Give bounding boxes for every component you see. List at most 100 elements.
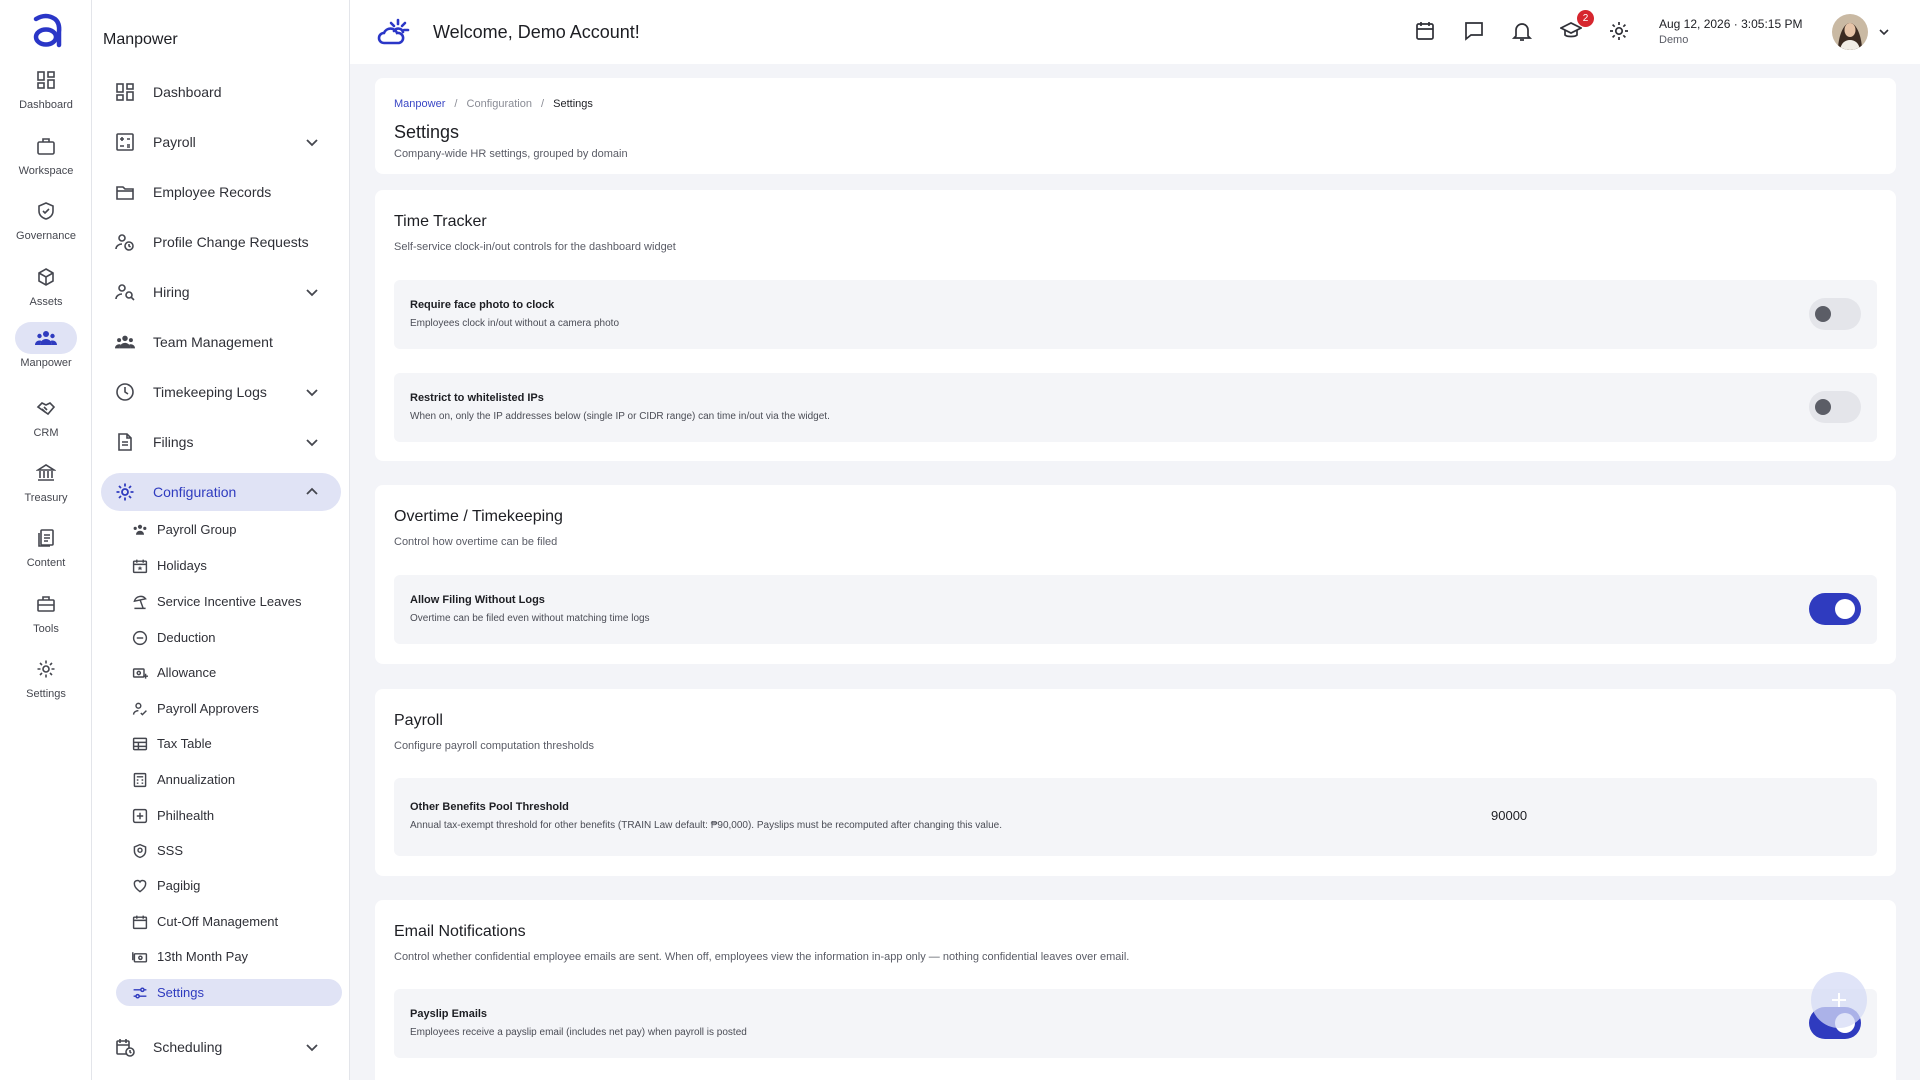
gear-icon[interactable] xyxy=(1608,20,1630,42)
sidebar-item-label: Hiring xyxy=(153,284,190,300)
sub-item-cut-off-management[interactable]: Cut-Off Management xyxy=(116,908,342,935)
calculator-icon xyxy=(133,772,147,788)
plus-icon xyxy=(1832,993,1846,1007)
breadcrumb: Manpower / Configuration / Settings xyxy=(394,98,599,110)
setting-row-allow-filing-without-logs: Allow Filing Without Logs Overtime can b… xyxy=(394,575,1877,644)
sub-item-settings[interactable]: Settings xyxy=(116,979,342,1006)
section-title: Overtime / Timekeeping xyxy=(394,508,563,525)
section-subtitle: Configure payroll computation thresholds xyxy=(394,740,594,752)
rail-item-crm[interactable]: CRM xyxy=(0,392,92,452)
minus-circle-icon xyxy=(132,630,148,646)
sidebar-item-label: Scheduling xyxy=(153,1039,223,1055)
rail-item-content[interactable]: Content xyxy=(0,522,92,582)
rail-item-governance[interactable]: Governance xyxy=(0,195,92,255)
rail-item-assets[interactable]: Assets xyxy=(0,261,92,321)
setting-row-other-benefits-threshold: Other Benefits Pool Threshold Annual tax… xyxy=(394,778,1877,856)
add-fab-button[interactable] xyxy=(1811,972,1867,1028)
calendar-icon[interactable] xyxy=(1414,20,1436,42)
page-title: Settings xyxy=(394,122,460,142)
setting-title: Allow Filing Without Logs xyxy=(410,594,545,606)
rail-item-dashboard[interactable]: Dashboard xyxy=(0,64,92,124)
chat-icon[interactable] xyxy=(1463,20,1485,42)
person-clock-icon xyxy=(115,234,134,251)
breadcrumb-manpower[interactable]: Manpower xyxy=(394,98,445,110)
people-icon xyxy=(15,322,77,354)
sub-item-service-incentive-leaves[interactable]: Service Incentive Leaves xyxy=(116,588,342,615)
sidebar-item-label: Employee Records xyxy=(153,184,272,200)
table-icon xyxy=(132,737,148,751)
sub-item-13th-month-pay[interactable]: 13th Month Pay xyxy=(116,943,342,970)
rail-item-workspace[interactable]: Workspace xyxy=(0,130,92,190)
calendar-clock-icon xyxy=(116,1039,135,1057)
rail-item-tools[interactable]: Tools xyxy=(0,588,92,648)
sub-item-allowance[interactable]: Allowance xyxy=(116,659,342,686)
sub-item-philhealth[interactable]: Philhealth xyxy=(116,802,342,829)
threshold-input[interactable]: 90000 xyxy=(1491,808,1527,823)
time-tracker-section: Time Tracker Self-service clock-in/out c… xyxy=(375,190,1896,461)
email-notifications-section: Email Notifications Control whether conf… xyxy=(375,900,1896,1080)
chevron-down-icon xyxy=(306,289,318,297)
sub-item-payroll-approvers[interactable]: Payroll Approvers xyxy=(116,695,342,722)
medical-cross-icon xyxy=(132,808,148,824)
setting-description: Overtime can be filed even without match… xyxy=(410,613,650,624)
sub-item-payroll-group[interactable]: Payroll Group xyxy=(116,516,342,543)
file-icon xyxy=(118,433,132,451)
sidebar-item-timekeeping-logs[interactable]: Timekeeping Logs xyxy=(101,373,341,411)
sidebar-item-dashboard[interactable]: Dashboard xyxy=(101,73,341,111)
bell-icon[interactable] xyxy=(1511,20,1533,42)
sub-item-label: Cut-Off Management xyxy=(157,914,279,929)
chevron-down-icon xyxy=(306,139,318,147)
sidebar-item-team-management[interactable]: Team Management xyxy=(101,323,341,361)
calendar-star-icon xyxy=(132,559,148,574)
handshake-icon xyxy=(15,392,77,424)
sidebar-item-configuration[interactable]: Configuration xyxy=(101,473,341,511)
sub-item-label: Payroll Approvers xyxy=(157,701,259,716)
sidebar-item-profile-change-requests[interactable]: Profile Change Requests xyxy=(101,223,341,261)
face-photo-toggle[interactable] xyxy=(1809,298,1861,330)
sidebar-item-label: Timekeeping Logs xyxy=(153,384,267,400)
sidebar-item-filings[interactable]: Filings xyxy=(101,423,341,461)
app-logo[interactable] xyxy=(26,10,66,50)
toolbox-icon xyxy=(15,588,77,620)
setting-title: Restrict to whitelisted IPs xyxy=(410,392,544,404)
breadcrumb-configuration[interactable]: Configuration xyxy=(467,98,532,110)
sidebar-item-payroll[interactable]: Payroll xyxy=(101,123,341,161)
money-icon xyxy=(132,952,148,963)
welcome-message: Welcome, Demo Account! xyxy=(433,22,640,42)
rail-item-settings[interactable]: Settings xyxy=(0,653,92,713)
section-title: Email Notifications xyxy=(394,923,526,940)
sub-item-label: Settings xyxy=(157,985,204,1000)
sub-item-pagibig[interactable]: Pagibig xyxy=(116,872,342,899)
avatar[interactable] xyxy=(1832,14,1868,50)
sub-item-annualization[interactable]: Annualization xyxy=(116,766,342,793)
sub-item-sss[interactable]: SSS xyxy=(116,837,342,864)
rail-label: Settings xyxy=(26,688,66,700)
sub-item-label: Tax Table xyxy=(157,736,212,751)
money-add-icon xyxy=(132,668,148,679)
chevron-down-icon[interactable] xyxy=(1878,26,1890,38)
clock-icon xyxy=(116,383,134,401)
rail-item-manpower[interactable]: Manpower xyxy=(0,322,92,382)
sub-item-label: Payroll Group xyxy=(157,522,237,537)
toggle-knob xyxy=(1815,306,1831,322)
sidebar-item-label: Profile Change Requests xyxy=(153,234,309,250)
toggle-knob xyxy=(1815,399,1831,415)
toggle-knob xyxy=(1835,599,1855,619)
allow-filing-without-logs-toggle[interactable] xyxy=(1809,593,1861,625)
chevron-down-icon xyxy=(306,389,318,397)
whitelisted-ips-toggle[interactable] xyxy=(1809,391,1861,423)
notification-badge: 2 xyxy=(1577,10,1594,27)
rail-item-treasury[interactable]: Treasury xyxy=(0,457,92,517)
sidebar-item-hiring[interactable]: Hiring xyxy=(101,273,341,311)
sidebar-item-scheduling[interactable]: Scheduling xyxy=(101,1028,341,1066)
page-header-card: Manpower / Configuration / Settings Sett… xyxy=(375,78,1896,174)
sub-item-deduction[interactable]: Deduction xyxy=(116,624,342,651)
sub-item-tax-table[interactable]: Tax Table xyxy=(116,730,342,757)
section-title: Time Tracker xyxy=(394,213,487,230)
payroll-section: Payroll Configure payroll computation th… xyxy=(375,689,1896,876)
beach-umbrella-icon xyxy=(133,595,147,610)
sidebar-item-employee-records[interactable]: Employee Records xyxy=(101,173,341,211)
page-subtitle: Company-wide HR settings, grouped by dom… xyxy=(394,148,628,160)
sub-item-holidays[interactable]: Holidays xyxy=(116,552,342,579)
payroll-icon xyxy=(116,133,134,151)
